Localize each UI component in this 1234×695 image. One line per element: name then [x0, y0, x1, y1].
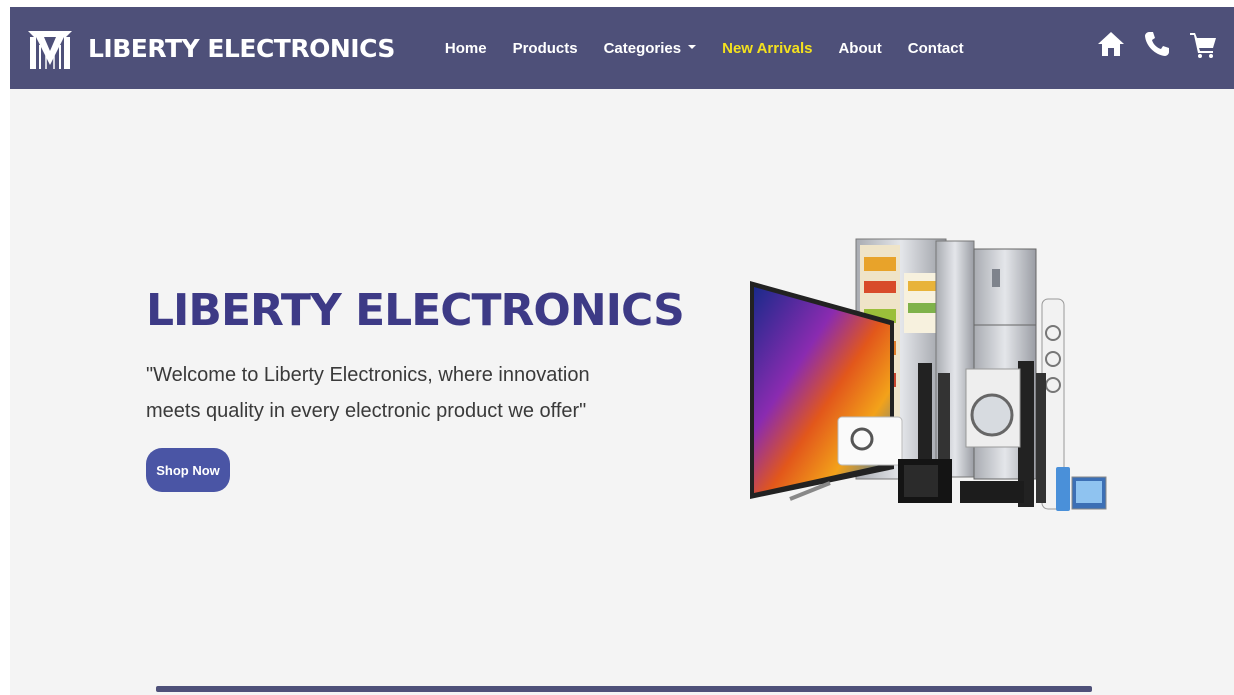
hero-appliances-image [750, 238, 1107, 511]
page: LIBERTY ELECTRONICS Home Products Catego… [10, 7, 1234, 695]
nav-link-home[interactable]: Home [445, 40, 487, 57]
liberty-logo-icon [26, 25, 74, 71]
shop-now-button[interactable]: Shop Now [146, 448, 230, 492]
cart-icon[interactable] [1188, 29, 1218, 59]
nav-link-new-arrivals[interactable]: New Arrivals [722, 40, 812, 57]
nav-link-about[interactable]: About [838, 40, 881, 57]
home-icon[interactable] [1096, 29, 1126, 59]
navbar: LIBERTY ELECTRONICS Home Products Catego… [10, 7, 1234, 89]
nav-link-categories[interactable]: Categories [604, 40, 697, 57]
caret-down-icon [688, 44, 697, 49]
hero-tagline: "Welcome to Liberty Electronics, where i… [146, 364, 590, 422]
brand-name: LIBERTY ELECTRONICS [88, 33, 395, 63]
nav-link-contact[interactable]: Contact [908, 40, 964, 57]
nav-link-products[interactable]: Products [513, 40, 578, 57]
nav-link-categories-label: Categories [603, 39, 682, 57]
brand[interactable]: LIBERTY ELECTRONICS [26, 25, 395, 71]
nav-icons [1096, 29, 1218, 59]
hero-title: LIBERTY ELECTRONICS [146, 285, 685, 336]
section-divider [156, 686, 1092, 692]
phone-icon[interactable] [1142, 29, 1172, 59]
nav-links: Home Products Categories New Arrivals Ab… [445, 40, 964, 57]
